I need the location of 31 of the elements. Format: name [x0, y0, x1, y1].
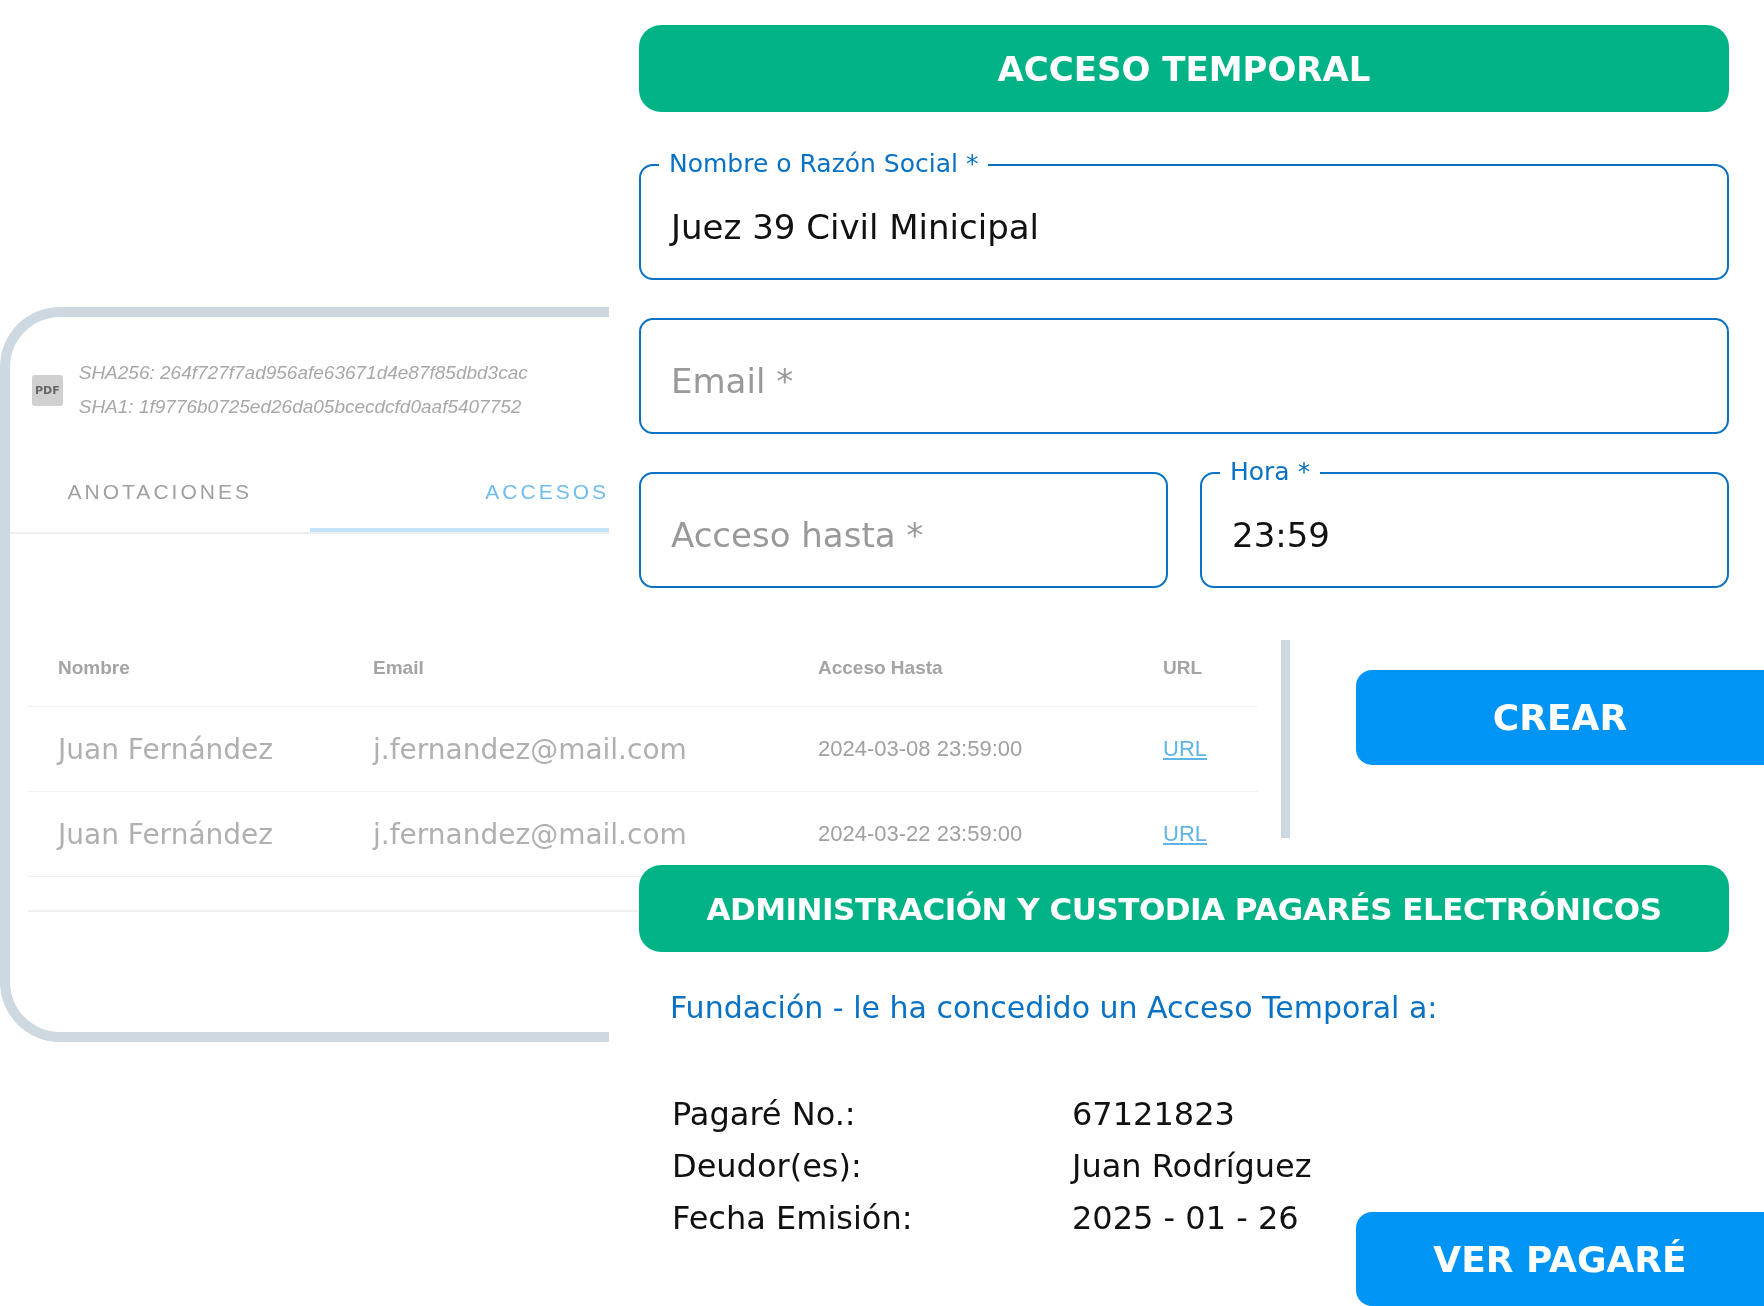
notice-title: ADMINISTRACIÓN Y CUSTODIA PAGARÉS ELECTRÓNICOS	[639, 865, 1729, 952]
table-cell-text: 2024-03-22 23:59:00	[818, 821, 1024, 847]
detail-value: 67121823	[1072, 1095, 1236, 1133]
detail-label: Pagaré No.:	[672, 1095, 857, 1133]
email-field[interactable]: Email *	[639, 318, 1729, 434]
url-link[interactable]: URL	[1163, 736, 1283, 762]
notice-message: Fundación - le ha concedido un Acceso Temporal a:	[670, 990, 1439, 1025]
column-header: URL	[1163, 657, 1204, 679]
detail-value: Juan Rodríguez	[1072, 1147, 1313, 1185]
detail-label: Fecha Emisión:	[672, 1199, 914, 1237]
url-link[interactable]: URL	[1163, 821, 1283, 847]
column-header: Nombre	[58, 657, 131, 679]
table-cell-text: 2024-03-08 23:59:00	[818, 736, 1024, 762]
tab[interactable]: ANOTACIONES	[10, 460, 310, 532]
detail-value: 2025 - 01 - 26	[1072, 1199, 1300, 1237]
hash-text: SHA1: 1f9776b0725ed26da05bcecdcfd0aaf5407752	[78, 396, 523, 418]
form-title: ACCESO TEMPORAL	[639, 25, 1729, 112]
pdf-icon: PDF	[32, 374, 63, 406]
table-cell-text: Juan Fernández	[58, 817, 274, 851]
table-cell-text: Juan Fernández	[58, 732, 274, 766]
detail-label: Deudor(es):	[672, 1147, 863, 1185]
column-header: Email	[373, 657, 425, 679]
column-header: Acceso Hasta	[818, 657, 944, 679]
tab[interactable]: ACCESOS	[309, 460, 609, 532]
date-field[interactable]: Acceso hasta *	[639, 472, 1168, 588]
table-cell-text: j.fernandez@mail.com	[373, 817, 688, 851]
table-cell-text: j.fernandez@mail.com	[373, 732, 688, 766]
view-button[interactable]: VER PAGARÉ	[1356, 1212, 1764, 1306]
scrollbar[interactable]	[1281, 640, 1290, 838]
hash-text: SHA256: 264f727f7ad956afe63671d4e87f85dbd3cac	[78, 362, 528, 384]
create-button[interactable]: CREAR	[1356, 670, 1764, 765]
